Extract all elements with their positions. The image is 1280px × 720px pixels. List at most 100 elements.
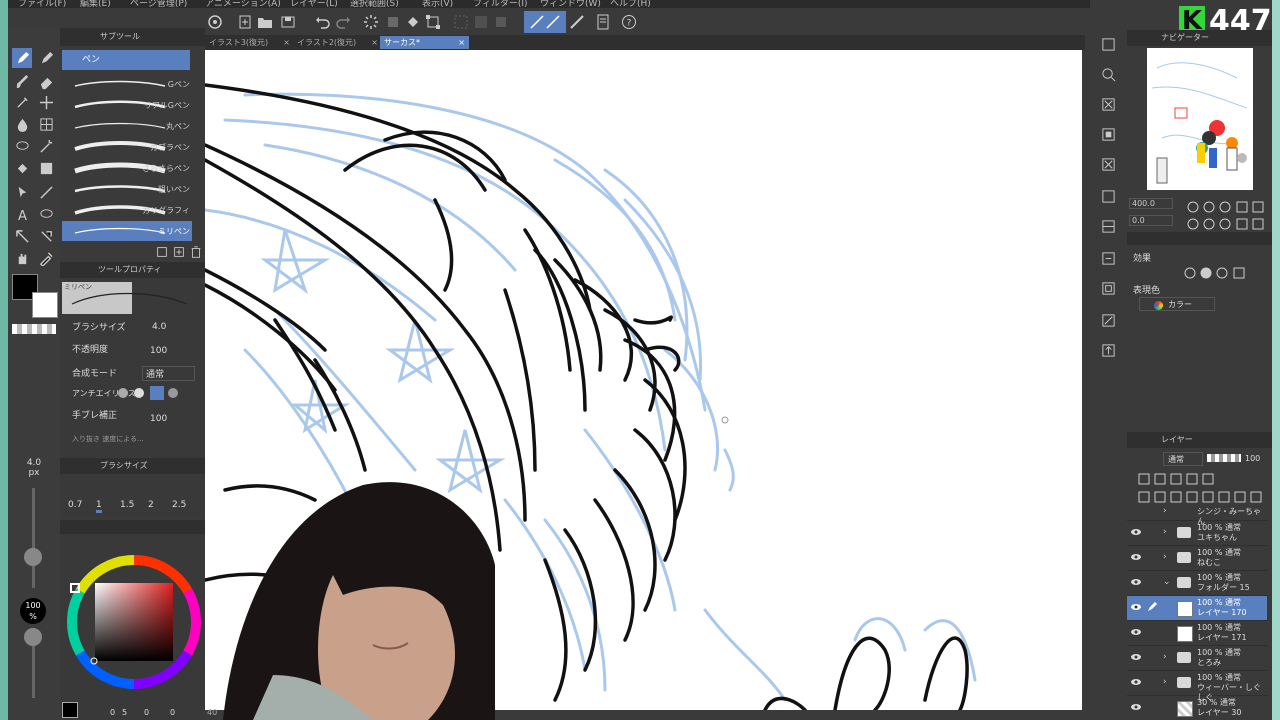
blend-tool-icon[interactable] <box>12 114 32 134</box>
zoom-field[interactable]: 400.0 <box>1129 198 1173 209</box>
brush-size-preset-selected[interactable]: 1 <box>96 500 102 513</box>
size-slider-track[interactable] <box>32 488 35 588</box>
hand-tool-icon[interactable] <box>12 248 32 268</box>
layer-property-icon[interactable] <box>1098 124 1118 144</box>
color-wheel[interactable] <box>62 550 207 695</box>
copy-subtool-icon[interactable] <box>155 246 169 258</box>
magic-wand-icon[interactable] <box>36 136 56 156</box>
brush-size-preset[interactable]: 0.7 <box>68 500 82 510</box>
eye-icon[interactable] <box>1131 528 1141 536</box>
new-subtool-icon[interactable] <box>172 246 186 258</box>
correct-line-icon[interactable] <box>36 226 56 246</box>
layer-opacity-field[interactable]: 100 <box>1245 454 1260 463</box>
zoom-icon[interactable] <box>1098 64 1118 84</box>
expand-arrow-icon[interactable]: › <box>1163 652 1167 662</box>
brush-size-preset[interactable]: 2 <box>148 500 154 510</box>
brush-maru-pen[interactable]: 丸ペン <box>62 116 192 136</box>
move-tool-icon[interactable] <box>36 92 56 112</box>
delete-icon[interactable] <box>1098 154 1118 174</box>
collapse-arrow-icon[interactable]: ⌄ <box>1163 577 1171 587</box>
tab-circus[interactable]: サーカス* × <box>380 36 469 49</box>
expand-arrow-icon[interactable]: › <box>1163 677 1167 687</box>
history-icon[interactable] <box>1098 186 1118 206</box>
brush-size-field[interactable]: 4.0 <box>152 322 166 332</box>
auto-action-icon[interactable] <box>1098 248 1118 268</box>
layer-opacity-slider[interactable] <box>1207 454 1241 462</box>
eye-icon[interactable] <box>1131 653 1141 661</box>
balloon-tool-icon[interactable] <box>36 204 56 224</box>
brush-tool-icon[interactable] <box>12 72 32 92</box>
ruler-icon[interactable] <box>568 13 586 31</box>
brush-real-g-pen[interactable]: リアルGペン <box>62 95 192 115</box>
layer-row[interactable]: › 100 % 通常 とろみ <box>1127 646 1267 671</box>
close-panel-icon[interactable] <box>1098 94 1118 114</box>
eye-icon[interactable] <box>1131 553 1141 561</box>
opacity-field[interactable]: 100 <box>150 346 167 356</box>
brush-sarasara-pen[interactable]: さらさらペン <box>62 158 192 178</box>
brush-size-preset[interactable]: 2.5 <box>172 500 186 510</box>
transform-icon[interactable] <box>424 13 442 31</box>
antialias-options[interactable] <box>118 386 178 400</box>
effect-buttons[interactable] <box>1182 265 1262 279</box>
menu-window[interactable]: ウィンドウ(W) <box>540 0 601 8</box>
eye-icon[interactable] <box>1131 703 1141 711</box>
brush-g-pen[interactable]: Gペン <box>62 74 192 94</box>
eye-icon[interactable] <box>1131 678 1141 686</box>
layer-row[interactable]: › 100 % 通常 ねむこ <box>1127 546 1267 571</box>
layer-row[interactable]: › 100 % 通常 ウィーバー・しぐしぐ <box>1127 671 1267 702</box>
pencil-tool-icon[interactable] <box>36 48 56 68</box>
menu-page[interactable]: ページ管理(P) <box>130 0 187 8</box>
blend-mode-select[interactable]: 通常 <box>142 366 195 381</box>
layer-row[interactable]: › シンジ・みーちゃん <box>1127 504 1267 526</box>
export-icon[interactable] <box>1098 340 1118 360</box>
menu-animation[interactable]: アニメーション(A) <box>205 0 281 8</box>
tab-close-icon[interactable]: × <box>371 36 378 49</box>
redo-icon[interactable] <box>334 13 352 31</box>
eraser-tool-icon[interactable] <box>36 72 56 92</box>
open-folder-icon[interactable] <box>256 13 274 31</box>
snap-ruler-button[interactable] <box>524 11 566 33</box>
gradient-tool-icon[interactable] <box>36 158 56 178</box>
tab-illust3[interactable]: イラスト3(復元) × <box>205 36 294 49</box>
expand-arrow-icon[interactable]: › <box>1163 552 1167 562</box>
layer-row[interactable]: ⌄ 100 % 通常 フォルダー 15 <box>1127 571 1267 596</box>
layer-row[interactable]: 30 % 通常 レイヤー 30 <box>1127 696 1267 720</box>
eye-icon[interactable] <box>1131 603 1141 611</box>
menu-selection[interactable]: 選択範囲(S) <box>350 0 399 8</box>
transparent-color-swatch[interactable] <box>12 324 56 334</box>
current-color-swatch[interactable] <box>62 702 78 718</box>
new-file-icon[interactable] <box>236 13 254 31</box>
fill-bucket-icon[interactable] <box>12 158 32 178</box>
layer-blend-select[interactable]: 通常 <box>1163 452 1203 466</box>
menu-view[interactable]: 表示(V) <box>422 0 453 8</box>
layer-toolbar[interactable] <box>1127 472 1267 508</box>
grid-tool-icon[interactable] <box>36 114 56 134</box>
subtool-group-pen[interactable]: ペン <box>62 50 190 70</box>
rotate-field[interactable]: 0.0 <box>1129 215 1173 226</box>
material-icon[interactable] <box>1098 34 1118 54</box>
menu-layer[interactable]: レイヤー(L) <box>290 0 338 8</box>
brush-size-preset[interactable]: 1.5 <box>120 500 134 510</box>
brush-rough-pen[interactable]: 粗いペン <box>62 179 192 199</box>
undo-icon[interactable] <box>314 13 332 31</box>
pen-tool-icon[interactable] <box>12 48 32 68</box>
brush-kabura-pen[interactable]: カブラペン <box>62 137 192 157</box>
menu-help[interactable]: ヘルプ(H) <box>610 0 651 8</box>
brush-milli-pen[interactable]: ミリペン <box>62 221 192 241</box>
lasso-tool-icon[interactable] <box>12 136 32 156</box>
menu-edit[interactable]: 編集(E) <box>80 0 111 8</box>
opacity-slider-handle[interactable] <box>24 628 42 646</box>
sub-view-icon[interactable] <box>1098 216 1118 236</box>
loading-icon[interactable] <box>362 13 380 31</box>
document-icon[interactable] <box>594 13 612 31</box>
expand-arrow-icon[interactable]: › <box>1163 506 1167 516</box>
help-icon[interactable]: ? <box>620 13 638 31</box>
text-tool-icon[interactable]: A <box>12 204 32 224</box>
app-icon[interactable] <box>206 13 224 31</box>
line-tool-icon[interactable] <box>36 182 56 202</box>
rotate-controls[interactable] <box>1177 215 1267 230</box>
layer-row[interactable]: 100 % 通常 レイヤー 171 <box>1127 621 1267 646</box>
zoom-controls[interactable] <box>1177 198 1267 213</box>
eye-icon[interactable] <box>1131 578 1141 586</box>
tab-close-icon[interactable]: × <box>283 36 290 49</box>
